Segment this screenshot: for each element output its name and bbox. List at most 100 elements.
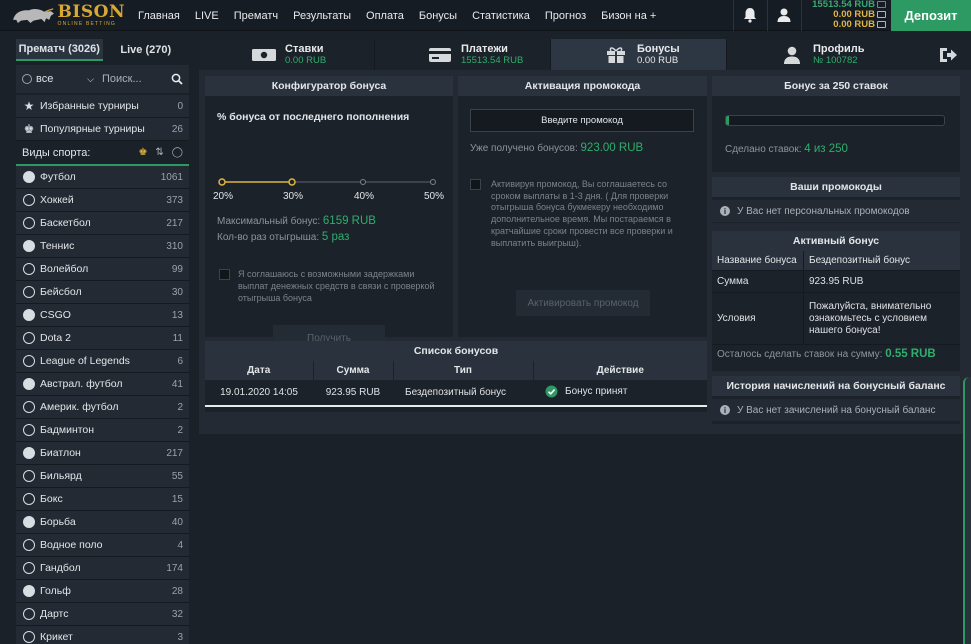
tab-payments[interactable]: Платежи 15513.54 RUB bbox=[375, 39, 551, 70]
tab-live[interactable]: Live (270) bbox=[102, 39, 189, 61]
nav-home[interactable]: Главная bbox=[138, 10, 180, 22]
sidebar-item-sport[interactable]: Водное поло 4 bbox=[16, 534, 189, 557]
sidebar-item-sport[interactable]: Дартс 32 bbox=[16, 603, 189, 626]
sidebar-item-sport[interactable]: Гольф 28 bbox=[16, 580, 189, 603]
sidebar-item-sport[interactable]: Австрал. футбол 41 bbox=[16, 373, 189, 396]
bonus-percent-slider[interactable] bbox=[215, 175, 445, 189]
sidebar-item-sport[interactable]: Борьба 40 bbox=[16, 511, 189, 534]
tab-prematch[interactable]: Прематч (3026) bbox=[16, 39, 103, 61]
sidebar-filter: все ⌵ Поиск... bbox=[16, 65, 189, 93]
sport-icon-shape bbox=[23, 470, 35, 482]
sidebar-item-sport[interactable]: Баскетбол 217 bbox=[16, 212, 189, 235]
remaining-value: 0.55 RUB bbox=[885, 348, 936, 360]
activate-promo-button[interactable]: Активировать промокод bbox=[516, 290, 650, 316]
time-filter-select[interactable]: все ⌵ bbox=[36, 73, 94, 85]
basketball-icon bbox=[22, 216, 36, 230]
nav-bonuses[interactable]: Бонусы bbox=[419, 10, 457, 22]
sidebar-item-sport[interactable]: Волейбол 99 bbox=[16, 258, 189, 281]
tab-label: Платежи bbox=[461, 42, 508, 55]
slider-step[interactable] bbox=[360, 179, 366, 185]
coins-icon bbox=[877, 20, 886, 28]
gift-icon bbox=[607, 46, 625, 63]
sport-icon-shape bbox=[23, 263, 35, 275]
sidebar-item-sport[interactable]: League of Legends 6 bbox=[16, 350, 189, 373]
wrestling-icon bbox=[22, 515, 36, 529]
sidebar: Прематч (3026) Live (270) все ⌵ Поиск...… bbox=[16, 39, 189, 644]
american-football-icon bbox=[22, 400, 36, 414]
sport-search-input[interactable]: Поиск... bbox=[102, 73, 171, 85]
promo-agree-text: Активируя промокод, Вы соглашаетесь со с… bbox=[491, 179, 673, 248]
bets-made-value: 4 из 250 bbox=[804, 143, 848, 155]
gift-icon bbox=[877, 10, 886, 18]
trophy-icon[interactable]: ♚ bbox=[138, 147, 147, 158]
nav-forecast[interactable]: Прогноз bbox=[545, 10, 586, 22]
sidebar-item-favorites[interactable]: ★ Избранные турниры 0 bbox=[16, 95, 189, 118]
bonus-type: Бездепозитный бонус bbox=[405, 387, 507, 398]
nav-results[interactable]: Результаты bbox=[293, 10, 351, 22]
bonus-conditions-value: Пожалуйста, внимательно ознакомьтесь с у… bbox=[803, 293, 960, 344]
sidebar-item-popular[interactable]: ♚ Популярные турниры 26 bbox=[16, 118, 189, 141]
sidebar-item-sport[interactable]: Крикет 3 bbox=[16, 626, 189, 644]
sidebar-item-sport[interactable]: Хоккей 373 bbox=[16, 189, 189, 212]
dota2-icon bbox=[22, 331, 36, 345]
bell-icon[interactable] bbox=[741, 6, 759, 24]
bonus-conditions-label: Условия bbox=[717, 313, 756, 324]
logout-icon bbox=[940, 47, 957, 62]
slider-step[interactable] bbox=[218, 178, 226, 186]
sidebar-item-count: 26 bbox=[171, 123, 183, 135]
trophy-icon: ♚ bbox=[23, 122, 35, 136]
agree-checkbox[interactable] bbox=[219, 269, 230, 280]
sidebar-item-sport[interactable]: Америк. футбол 2 bbox=[16, 396, 189, 419]
promo-agree-checkbox[interactable] bbox=[470, 179, 481, 190]
nav-bison-plus[interactable]: Бизон на + bbox=[601, 10, 656, 22]
nav-payment[interactable]: Оплата bbox=[366, 10, 404, 22]
sport-icon-shape bbox=[23, 424, 35, 436]
sport-icon-shape bbox=[23, 539, 35, 551]
empty-text: У Вас нет персональных промокодов bbox=[737, 205, 910, 217]
sidebar-item-sport[interactable]: Бокс 15 bbox=[16, 488, 189, 511]
sidebar-item-sport[interactable]: Бильярд 55 bbox=[16, 465, 189, 488]
deposit-button[interactable]: Депозит bbox=[891, 0, 971, 31]
sidebar-item-sport[interactable]: Гандбол 174 bbox=[16, 557, 189, 580]
sort-icon[interactable]: ⇅ bbox=[155, 147, 163, 158]
slider-step[interactable] bbox=[430, 179, 436, 185]
user-icon[interactable] bbox=[775, 6, 793, 24]
balances[interactable]: 15513.54 RUB 0.00 RUB 0.00 RUB bbox=[806, 0, 886, 30]
sidebar-item-sport[interactable]: Футбол 1061 bbox=[16, 166, 189, 189]
logout-button[interactable] bbox=[925, 39, 971, 70]
main-nav: Главная LIVE Прематч Результаты Оплата Б… bbox=[138, 0, 671, 31]
sidebar-item-sport[interactable]: Бейсбол 30 bbox=[16, 281, 189, 304]
sidebar-item-sport[interactable]: Биатлон 217 bbox=[16, 442, 189, 465]
slider-step-label: 40% bbox=[354, 191, 375, 202]
balance-extra: 0.00 RUB bbox=[833, 19, 875, 30]
sidebar-item-label: Гольф bbox=[40, 585, 71, 597]
sport-icon-shape bbox=[23, 585, 35, 597]
sidebar-item-count: 40 bbox=[171, 516, 183, 528]
header-divider bbox=[767, 0, 768, 31]
sidebar-item-sport[interactable]: Dota 2 11 bbox=[16, 327, 189, 350]
sidebar-item-sport[interactable]: Бадминтон 2 bbox=[16, 419, 189, 442]
nav-prematch[interactable]: Прематч bbox=[234, 10, 278, 22]
sidebar-item-sport[interactable]: Теннис 310 bbox=[16, 235, 189, 258]
header-divider bbox=[733, 0, 734, 31]
nav-statistics[interactable]: Статистика bbox=[472, 10, 530, 22]
tab-bets[interactable]: Ставки 0.00 RUB bbox=[199, 39, 375, 70]
scrollbar[interactable] bbox=[963, 377, 971, 644]
sidebar-item-label: Биатлон bbox=[40, 447, 81, 459]
nav-live[interactable]: LIVE bbox=[195, 10, 219, 22]
search-icon[interactable] bbox=[171, 73, 183, 85]
tab-bonuses[interactable]: Бонусы 0.00 RUB bbox=[551, 39, 727, 70]
card-title: Список бонусов bbox=[205, 341, 707, 361]
wallet-icon bbox=[877, 0, 886, 8]
sport-icon-shape bbox=[23, 286, 35, 298]
aussie-football-icon bbox=[22, 377, 36, 391]
active-bonus-details: Название бонуса Бездепозитный бонус Сумм… bbox=[712, 251, 960, 345]
bonus-history: История начислений на бонусный баланс i … bbox=[712, 376, 960, 424]
logo[interactable]: BISON ONLINE BETTING bbox=[10, 3, 125, 28]
promo-code-input[interactable]: Введите промокод bbox=[470, 109, 694, 132]
sidebar-item-sport[interactable]: CSGO 13 bbox=[16, 304, 189, 327]
wager-row: Кол-во раз отыгрыша: 5 раз bbox=[217, 231, 349, 243]
slider-step-selected[interactable] bbox=[288, 178, 296, 186]
globe-icon[interactable]: ◯ bbox=[172, 147, 183, 158]
tab-profile[interactable]: Профиль № 100782 bbox=[727, 39, 925, 70]
